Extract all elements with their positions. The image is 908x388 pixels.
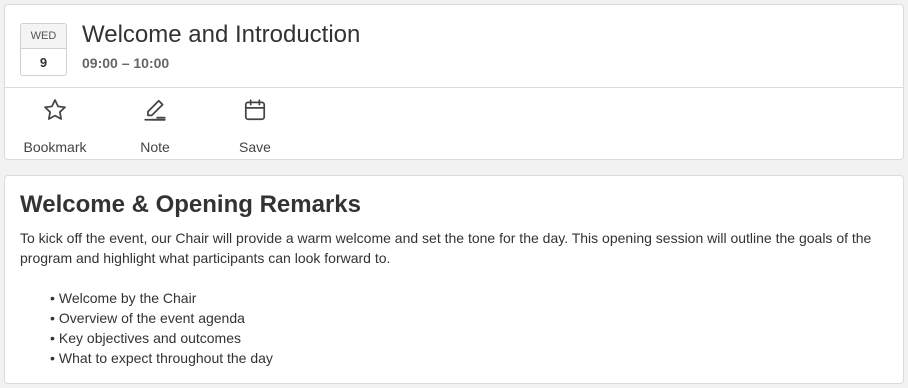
note-button[interactable]: Note — [110, 96, 200, 155]
session-card: WED 9 Welcome and Introduction 09:00 – 1… — [4, 4, 904, 160]
details-heading: Welcome & Opening Remarks — [20, 191, 361, 218]
bookmark-button[interactable]: Bookmark — [10, 96, 100, 155]
session-header: WED 9 Welcome and Introduction 09:00 – 1… — [5, 5, 903, 88]
save-label: Save — [239, 139, 271, 155]
star-icon — [44, 99, 66, 120]
list-item: Key objectives and outcomes — [50, 328, 273, 348]
pencil-icon — [144, 99, 166, 121]
save-button[interactable]: Save — [210, 96, 300, 155]
date-day: 9 — [39, 55, 48, 70]
list-item: What to expect throughout the day — [50, 348, 273, 368]
calendar-icon — [244, 99, 266, 121]
date-badge: WED 9 — [20, 23, 67, 76]
action-bar: Bookmark Note Save — [5, 88, 903, 160]
note-label: Note — [140, 139, 170, 155]
date-weekday: WED — [21, 24, 66, 49]
session-details-card: Welcome & Opening Remarks To kick off th… — [4, 175, 904, 384]
bookmark-label: Bookmark — [23, 139, 87, 155]
list-item: Welcome by the Chair — [50, 288, 273, 308]
session-title: Welcome and Introduction — [82, 21, 361, 48]
list-item: Overview of the event agenda — [50, 308, 273, 328]
details-bullet-list: Welcome by the Chair Overview of the eve… — [50, 288, 273, 368]
session-time: 09:00 – 10:00 — [82, 55, 170, 71]
details-description: To kick off the event, our Chair will pr… — [20, 230, 872, 266]
